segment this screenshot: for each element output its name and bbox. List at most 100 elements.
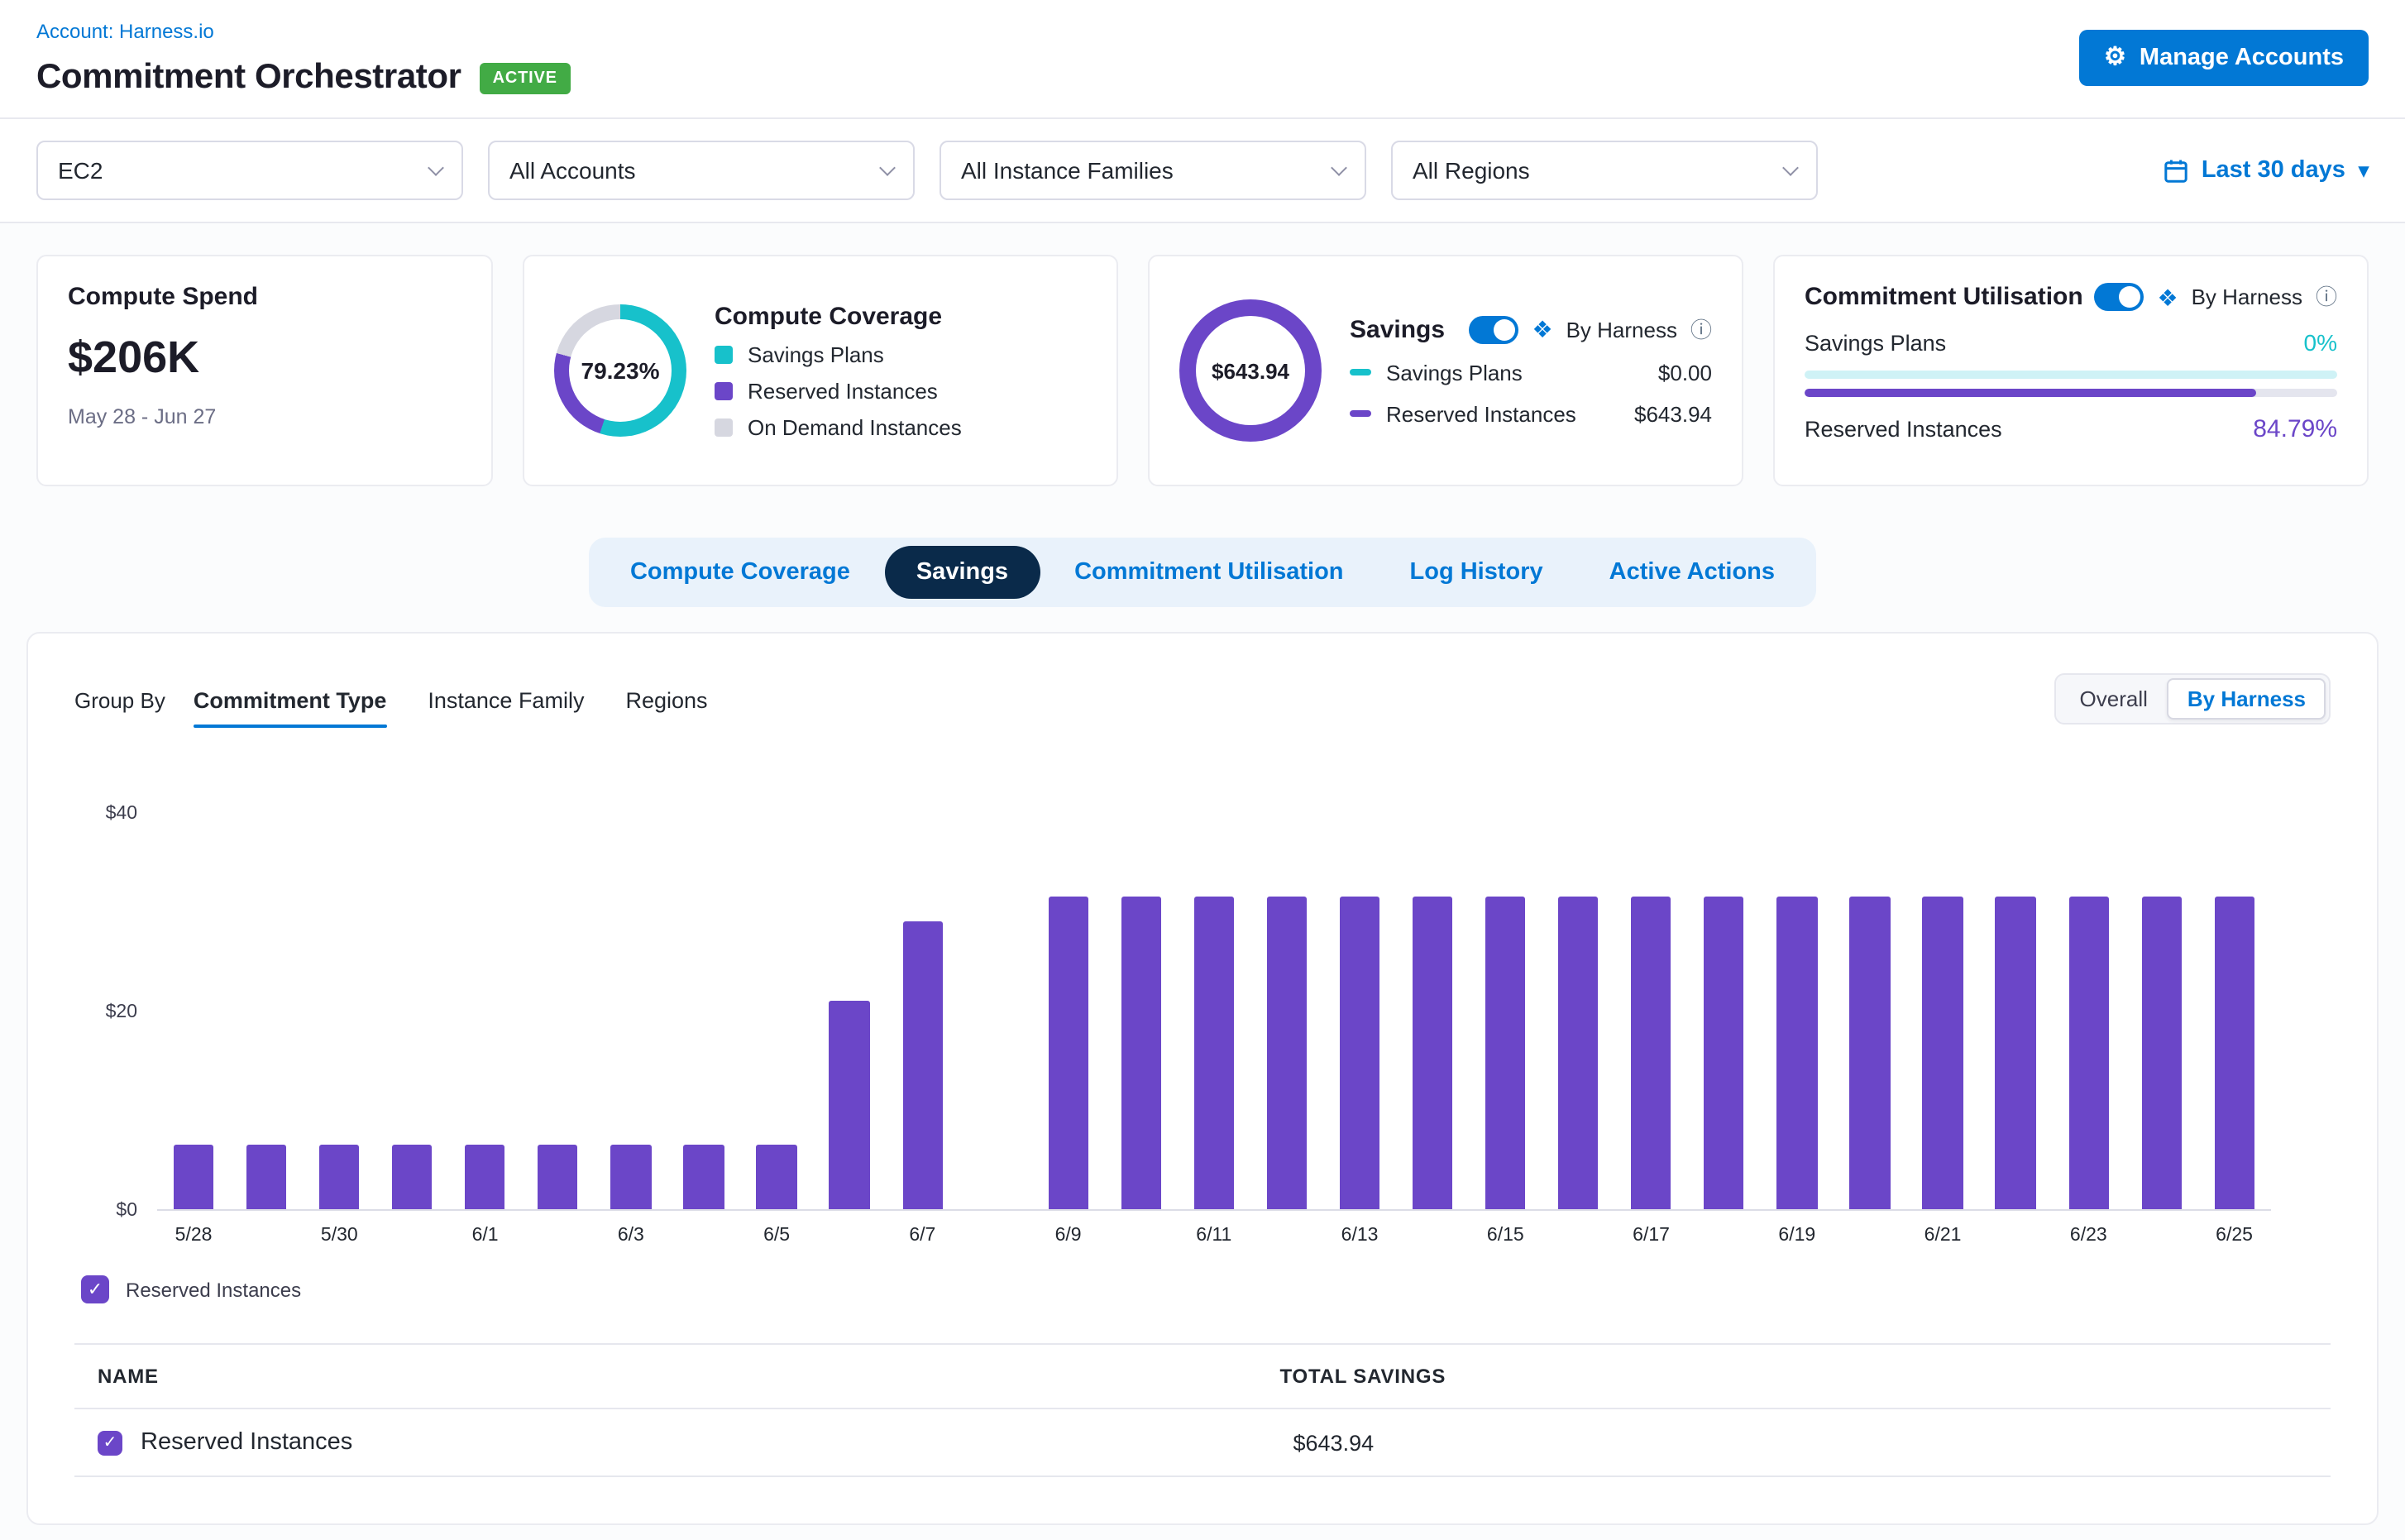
- legend-item-savings-plans: Savings Plans: [715, 342, 1087, 366]
- tab-compute-coverage[interactable]: Compute Coverage: [599, 546, 882, 599]
- chart-bar: [1850, 897, 1890, 1209]
- account-breadcrumb-link[interactable]: Account: Harness.io: [36, 20, 214, 43]
- chart-bar: [684, 1145, 724, 1209]
- by-harness-label: By Harness: [1566, 317, 1677, 342]
- chart-bar: [1048, 897, 1088, 1209]
- chart-bar: [246, 1145, 286, 1209]
- chart-bar-slot: [740, 814, 813, 1209]
- manage-accounts-button[interactable]: ⚙ Manage Accounts: [2079, 29, 2369, 85]
- chart-bar-slot: [1178, 814, 1250, 1209]
- y-tick-label: $0: [116, 1201, 137, 1221]
- x-tick-label: [1105, 1226, 1178, 1246]
- compute-spend-title: Compute Spend: [68, 283, 461, 311]
- date-range-picker[interactable]: Last 30 days ▾: [2164, 157, 2369, 184]
- chart-bar-slot: [1834, 814, 1906, 1209]
- legend-swatch: [1350, 410, 1371, 417]
- accounts-filter-select[interactable]: All Accounts: [488, 141, 915, 200]
- chart-bar: [1194, 897, 1234, 1209]
- chart-legend: ✓ Reserved Instances: [81, 1275, 2331, 1303]
- legend-swatch: [715, 345, 733, 363]
- page-title: Commitment Orchestrator: [36, 58, 461, 98]
- group-tab-instance-family[interactable]: Instance Family: [428, 688, 584, 728]
- summary-cards: Compute Spend $206K May 28 - Jun 27 79.2…: [0, 223, 2405, 509]
- chevron-down-icon: [1782, 159, 1799, 175]
- chart-bar: [1558, 897, 1598, 1209]
- info-icon[interactable]: ⓘ: [1690, 318, 1712, 340]
- by-harness-toggle[interactable]: [2094, 283, 2144, 311]
- chart-y-axis: $0$20$40: [74, 814, 157, 1211]
- tab-active-actions[interactable]: Active Actions: [1578, 546, 1806, 599]
- savings-donut-chart: $643.94: [1179, 299, 1322, 442]
- chart-plot-area: [157, 814, 2271, 1211]
- chart-bar-slot: [1615, 814, 1688, 1209]
- x-tick-label: [959, 1226, 1031, 1246]
- compute-spend-card: Compute Spend $206K May 28 - Jun 27: [36, 255, 493, 486]
- chart-bar-slot: [1323, 814, 1396, 1209]
- x-tick-label: [1250, 1226, 1323, 1246]
- chart-x-axis: 5/285/306/16/36/56/76/96/116/136/156/176…: [157, 1226, 2271, 1246]
- by-harness-toggle[interactable]: [1469, 315, 1518, 343]
- x-tick-label: 6/11: [1178, 1226, 1250, 1246]
- view-segment-overall[interactable]: Overall: [2060, 678, 2168, 720]
- view-segment-by-harness[interactable]: By Harness: [2168, 678, 2326, 720]
- group-tab-commitment-type[interactable]: Commitment Type: [194, 688, 387, 728]
- status-badge: ACTIVE: [480, 62, 571, 93]
- savings-card-title: Savings: [1350, 315, 1445, 343]
- savings-table: NAME TOTAL SAVINGS ✓ Reserved Instances …: [74, 1343, 2331, 1477]
- tab-log-history[interactable]: Log History: [1379, 546, 1575, 599]
- utilisation-reserved-instances-pct: 84.79%: [2253, 415, 2337, 443]
- service-filter-select[interactable]: EC2: [36, 141, 463, 200]
- x-tick-label: 6/19: [1761, 1226, 1834, 1246]
- chart-bar-slot: [667, 814, 740, 1209]
- legend-swatch: [1350, 369, 1371, 375]
- savings-plans-amount: $0.00: [1658, 360, 1712, 385]
- chart-bar: [465, 1145, 504, 1209]
- utilisation-reserved-instances-label: Reserved Instances: [1805, 417, 2002, 442]
- calendar-icon: [2164, 158, 2188, 183]
- reserved-instances-legend-checkbox[interactable]: ✓: [81, 1275, 109, 1303]
- group-by-tabs: Commitment Type Instance Family Regions: [194, 688, 708, 728]
- info-icon[interactable]: ⓘ: [2316, 286, 2337, 308]
- x-tick-label: 6/25: [2198, 1226, 2271, 1246]
- section-tabs: Compute CoverageSavingsCommitment Utilis…: [589, 538, 1816, 607]
- chart-bar: [611, 1145, 651, 1209]
- x-tick-label: [1979, 1226, 2052, 1246]
- chart-bar: [1267, 897, 1307, 1209]
- y-tick-label: $20: [106, 1002, 137, 1022]
- x-tick-label: 6/3: [595, 1226, 667, 1246]
- x-tick-label: [1688, 1226, 1761, 1246]
- chart-bar-slot: [813, 814, 886, 1209]
- panel-toolbar: Group By Commitment TypeInstance FamilyR…: [74, 673, 2331, 728]
- row-checkbox[interactable]: ✓: [98, 1430, 122, 1455]
- chart-bar: [1631, 897, 1671, 1209]
- reserved-instances-amount: $643.94: [1634, 401, 1712, 426]
- savings-card: $643.94 Savings ❖ By Harness ⓘ: [1148, 255, 1743, 486]
- chart-bar: [902, 921, 942, 1209]
- table-row: ✓ Reserved Instances $643.94: [74, 1409, 2331, 1477]
- chart-bar: [1485, 897, 1525, 1209]
- group-tab-regions[interactable]: Regions: [625, 688, 707, 728]
- chart-bar-slot: [1032, 814, 1105, 1209]
- page-header: Account: Harness.io Commitment Orchestra…: [0, 0, 2405, 119]
- commitment-utilisation-title: Commitment Utilisation: [1805, 283, 2083, 311]
- chart-bar: [1923, 897, 1963, 1209]
- x-tick-label: [230, 1226, 303, 1246]
- gear-icon: ⚙: [2104, 45, 2126, 69]
- regions-filter-select[interactable]: All Regions: [1391, 141, 1818, 200]
- row-total-savings: $643.94: [1280, 1430, 1375, 1455]
- chart-bar-slot: [959, 814, 1031, 1209]
- savings-row-reserved-instances: Reserved Instances $643.94: [1350, 401, 1712, 426]
- chart-bar-slot: [1688, 814, 1761, 1209]
- chart-bar-slot: [449, 814, 522, 1209]
- row-name: Reserved Instances: [141, 1429, 352, 1456]
- x-tick-label: [2125, 1226, 2197, 1246]
- x-tick-label: 6/7: [886, 1226, 959, 1246]
- tab-commitment-utilisation[interactable]: Commitment Utilisation: [1043, 546, 1375, 599]
- tab-savings[interactable]: Savings: [885, 546, 1040, 599]
- chart-bar-slot: [2052, 814, 2125, 1209]
- chart-bar-slot: [1761, 814, 1834, 1209]
- chart-bar: [2214, 897, 2254, 1209]
- x-tick-label: [375, 1226, 448, 1246]
- instance-families-filter-select[interactable]: All Instance Families: [940, 141, 1366, 200]
- chart-bar-slot: [1979, 814, 2052, 1209]
